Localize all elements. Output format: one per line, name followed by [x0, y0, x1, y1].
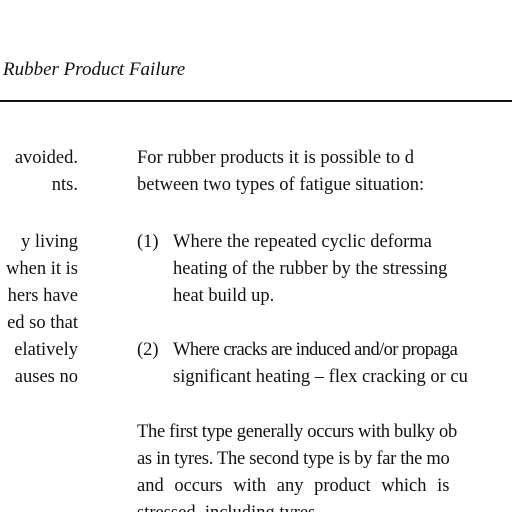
list-item-line: Where cracks are induced and/or propaga [173, 340, 458, 360]
list-item-line: significant heating – flex cracking or c… [173, 367, 468, 387]
list-item-number: (1) [137, 232, 159, 252]
left-column-line: avoided. [14, 148, 78, 168]
paragraph-line: as in tyres. The second type is by far t… [137, 449, 450, 469]
list-item-line: heat build up. [173, 286, 275, 306]
running-header-title: Rubber Product Failure [3, 59, 186, 80]
list-item-line: heating of the rubber by the stressing [173, 259, 448, 279]
paragraph-line: stressed, including tyres. [137, 502, 320, 512]
list-item-number: (2) [137, 340, 159, 360]
intro-line: between two types of fatigue situation: [137, 175, 425, 195]
left-column-line: hers have [7, 286, 78, 306]
header-rule [0, 100, 512, 102]
paragraph-line: The first type generally occurs with bul… [137, 422, 457, 442]
intro-line: For rubber products it is possible to d [137, 148, 414, 168]
left-column-line: when it is [6, 259, 78, 279]
paragraph-line: and occurs with any product which is [137, 476, 450, 496]
left-column-line: nts. [51, 175, 78, 195]
left-column-line: auses no [14, 367, 78, 387]
left-column-line: elatively [14, 340, 78, 360]
left-column-line: ed so that [7, 313, 78, 333]
left-column-line: y living [20, 232, 78, 252]
list-item-line: Where the repeated cyclic deforma [173, 232, 432, 252]
